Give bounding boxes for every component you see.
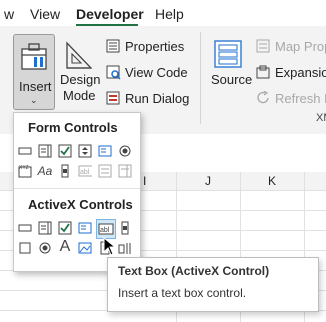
form-group-box-icon[interactable]: XYZ [18, 164, 32, 178]
column-header-k[interactable]: K [268, 174, 276, 188]
activex-scroll-bar-icon[interactable] [118, 221, 132, 235]
insert-label: Insert [19, 79, 52, 94]
activex-text-box-icon[interactable]: abl [96, 219, 116, 239]
view-code-button[interactable]: View Code [125, 65, 188, 80]
tab-view[interactable]: View [30, 6, 60, 22]
tab-developer[interactable]: Developer [76, 6, 144, 22]
xml-group-label: XM [316, 112, 326, 124]
activex-list-box-icon[interactable] [78, 221, 92, 235]
svg-text:XYZ: XYZ [19, 165, 29, 171]
svg-text:abl: abl [80, 169, 90, 176]
properties-button[interactable]: Properties [125, 39, 184, 54]
form-text-field-icon[interactable]: abl [78, 164, 92, 178]
tooltip-title: Text Box (ActiveX Control) [118, 264, 270, 278]
run-dialog-button[interactable]: Run Dialog [125, 91, 189, 106]
refresh-data-icon [257, 91, 269, 104]
map-properties-icon [256, 39, 270, 53]
column-header-j[interactable]: J [205, 174, 211, 188]
form-label-icon[interactable]: Aa [38, 164, 53, 178]
form-list-box-icon[interactable] [98, 144, 112, 158]
activex-option-button-icon[interactable] [38, 241, 52, 255]
activex-command-button-icon[interactable] [18, 221, 32, 235]
form-option-button-icon[interactable] [118, 144, 132, 158]
insert-controls-button[interactable]: Insert ⌄ [13, 34, 55, 110]
form-button-icon[interactable] [18, 144, 32, 158]
activex-label-icon[interactable]: A [58, 238, 72, 255]
tab-help[interactable]: Help [155, 6, 184, 22]
svg-text:abl: abl [100, 227, 110, 234]
refresh-data-button[interactable]: Refresh D [275, 91, 326, 106]
run-dialog-icon [106, 91, 120, 105]
design-mode-label: Design [60, 72, 101, 87]
chevron-down-icon: ⌄ [30, 95, 38, 105]
map-properties-button[interactable]: Map Prop [275, 39, 326, 54]
expansion-packs-button[interactable]: Expansion [275, 65, 326, 80]
form-combo-box-icon[interactable] [38, 144, 52, 158]
expansion-packs-icon [256, 65, 270, 79]
form-scroll-bar-icon[interactable] [58, 164, 72, 178]
mouse-cursor-icon [103, 237, 117, 256]
menu-divider [14, 188, 140, 189]
properties-icon [106, 39, 120, 53]
design-mode-icon[interactable] [64, 40, 92, 70]
tab-partial[interactable]: w [4, 6, 14, 22]
tooltip-description: Insert a text box control. [118, 286, 247, 300]
form-controls-title: Form Controls [28, 120, 118, 135]
group-separator [200, 32, 201, 124]
form-combo-list-edit-icon[interactable] [98, 164, 112, 178]
view-code-icon [106, 65, 121, 80]
form-combo-drop-down-edit-icon[interactable] [118, 164, 132, 178]
activex-image-icon[interactable] [78, 241, 92, 255]
activex-toggle-button-icon[interactable] [18, 241, 32, 255]
xml-source-icon[interactable] [213, 39, 243, 69]
source-button: Source [211, 72, 253, 87]
insert-controls-menu: Form Controls XYZ Aa abl ActiveX Control… [13, 112, 141, 272]
activex-more-controls-icon[interactable] [118, 241, 132, 255]
design-mode-label-2: Mode [63, 88, 96, 103]
activex-check-box-icon[interactable] [58, 221, 72, 235]
form-spin-button-icon[interactable] [78, 144, 92, 158]
column-header-i[interactable]: I [143, 174, 146, 188]
activex-combo-box-icon[interactable] [38, 221, 52, 235]
toolbox-icon [21, 43, 47, 70]
tooltip: Text Box (ActiveX Control) Insert a text… [107, 257, 319, 312]
activex-controls-title: ActiveX Controls [28, 197, 133, 212]
form-check-box-icon[interactable] [58, 144, 72, 158]
